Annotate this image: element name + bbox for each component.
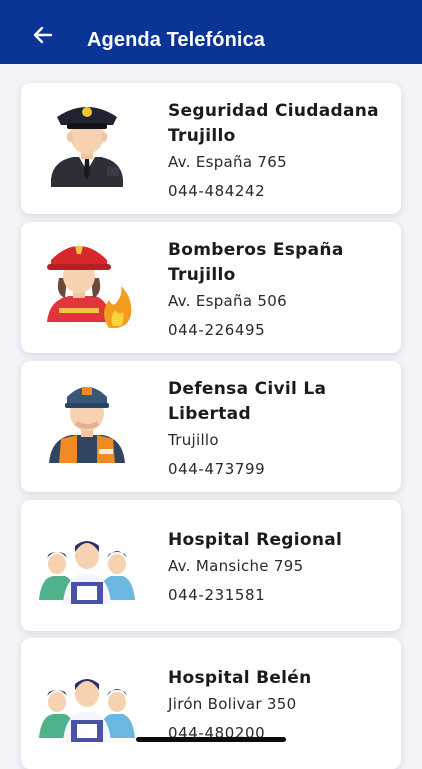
contact-info: Hospital Regional Av. Mansiche 795 044-2…: [168, 528, 390, 606]
civil-defense-worker-icon: [37, 373, 137, 473]
contact-name: Bomberos España Trujillo: [168, 240, 344, 285]
contact-phone[interactable]: 044-484242: [168, 180, 390, 202]
contact-address: Av. Mansiche 795: [168, 557, 304, 575]
medical-staff-icon: [37, 650, 137, 750]
police-officer-icon: [37, 95, 137, 195]
contact-card[interactable]: Seguridad Ciudadana Trujillo Av. España …: [21, 83, 401, 214]
contact-address: Trujillo: [168, 431, 219, 449]
contact-info: Bomberos España Trujillo Av. España 506 …: [168, 238, 390, 341]
contact-card[interactable]: Hospital Regional Av. Mansiche 795 044-2…: [21, 500, 401, 631]
contact-name: Defensa Civil La Libertad: [168, 379, 327, 424]
contact-info: Defensa Civil La Libertad Trujillo 044-4…: [168, 377, 390, 480]
contact-card[interactable]: Hospital Belén Jirón Bolivar 350 044-480…: [21, 638, 401, 769]
contact-address: Jirón Bolivar 350: [168, 695, 297, 713]
contact-phone[interactable]: 044-473799: [168, 458, 390, 480]
contact-name: Seguridad Ciudadana Trujillo: [168, 101, 379, 146]
contact-info: Hospital Belén Jirón Bolivar 350 044-480…: [168, 666, 390, 744]
firefighter-icon: [37, 234, 137, 334]
contact-address: Av. España 506: [168, 292, 287, 310]
medical-staff-icon: [37, 512, 137, 612]
page-title: Agenda Telefónica: [87, 29, 266, 51]
contact-card[interactable]: Bomberos España Trujillo Av. España 506 …: [21, 222, 401, 353]
contact-name: Hospital Regional: [168, 530, 343, 550]
home-indicator: [136, 737, 286, 742]
back-button[interactable]: [30, 24, 56, 46]
arrow-left-icon: [33, 26, 53, 44]
contact-info: Seguridad Ciudadana Trujillo Av. España …: [168, 99, 390, 202]
contact-address: Av. España 765: [168, 153, 287, 171]
app-header: Agenda Telefónica: [0, 0, 422, 64]
contact-phone[interactable]: 044-231581: [168, 584, 390, 606]
contact-card[interactable]: Defensa Civil La Libertad Trujillo 044-4…: [21, 361, 401, 492]
contact-name: Hospital Belén: [168, 668, 312, 688]
contact-phone[interactable]: 044-226495: [168, 319, 390, 341]
